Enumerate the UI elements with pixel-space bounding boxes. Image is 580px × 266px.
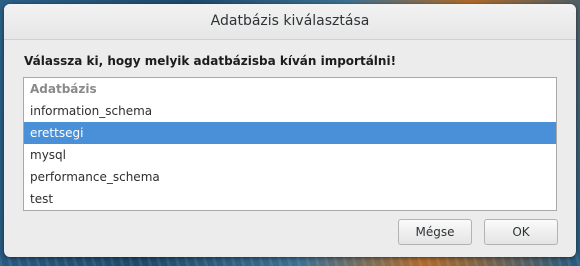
- list-item-test[interactable]: test: [24, 188, 556, 210]
- column-header: Adatbázis: [30, 82, 97, 96]
- list-item-mysql[interactable]: mysql: [24, 144, 556, 166]
- instruction-text: Válassza ki, hogy melyik adatbázisba kív…: [24, 54, 397, 68]
- list-item-information-schema[interactable]: information_schema: [24, 100, 556, 122]
- database-list[interactable]: Adatbázis information_schema erettsegi m…: [23, 77, 557, 211]
- ok-button[interactable]: OK: [484, 219, 558, 245]
- database-select-dialog: Adatbázis kiválasztása Válassza ki, hogy…: [4, 4, 576, 257]
- list-item-erettsegi[interactable]: erettsegi: [24, 122, 556, 144]
- cancel-button[interactable]: Mégse: [398, 219, 472, 245]
- list-item-performance-schema[interactable]: performance_schema: [24, 166, 556, 188]
- dialog-title: Adatbázis kiválasztása: [4, 4, 576, 40]
